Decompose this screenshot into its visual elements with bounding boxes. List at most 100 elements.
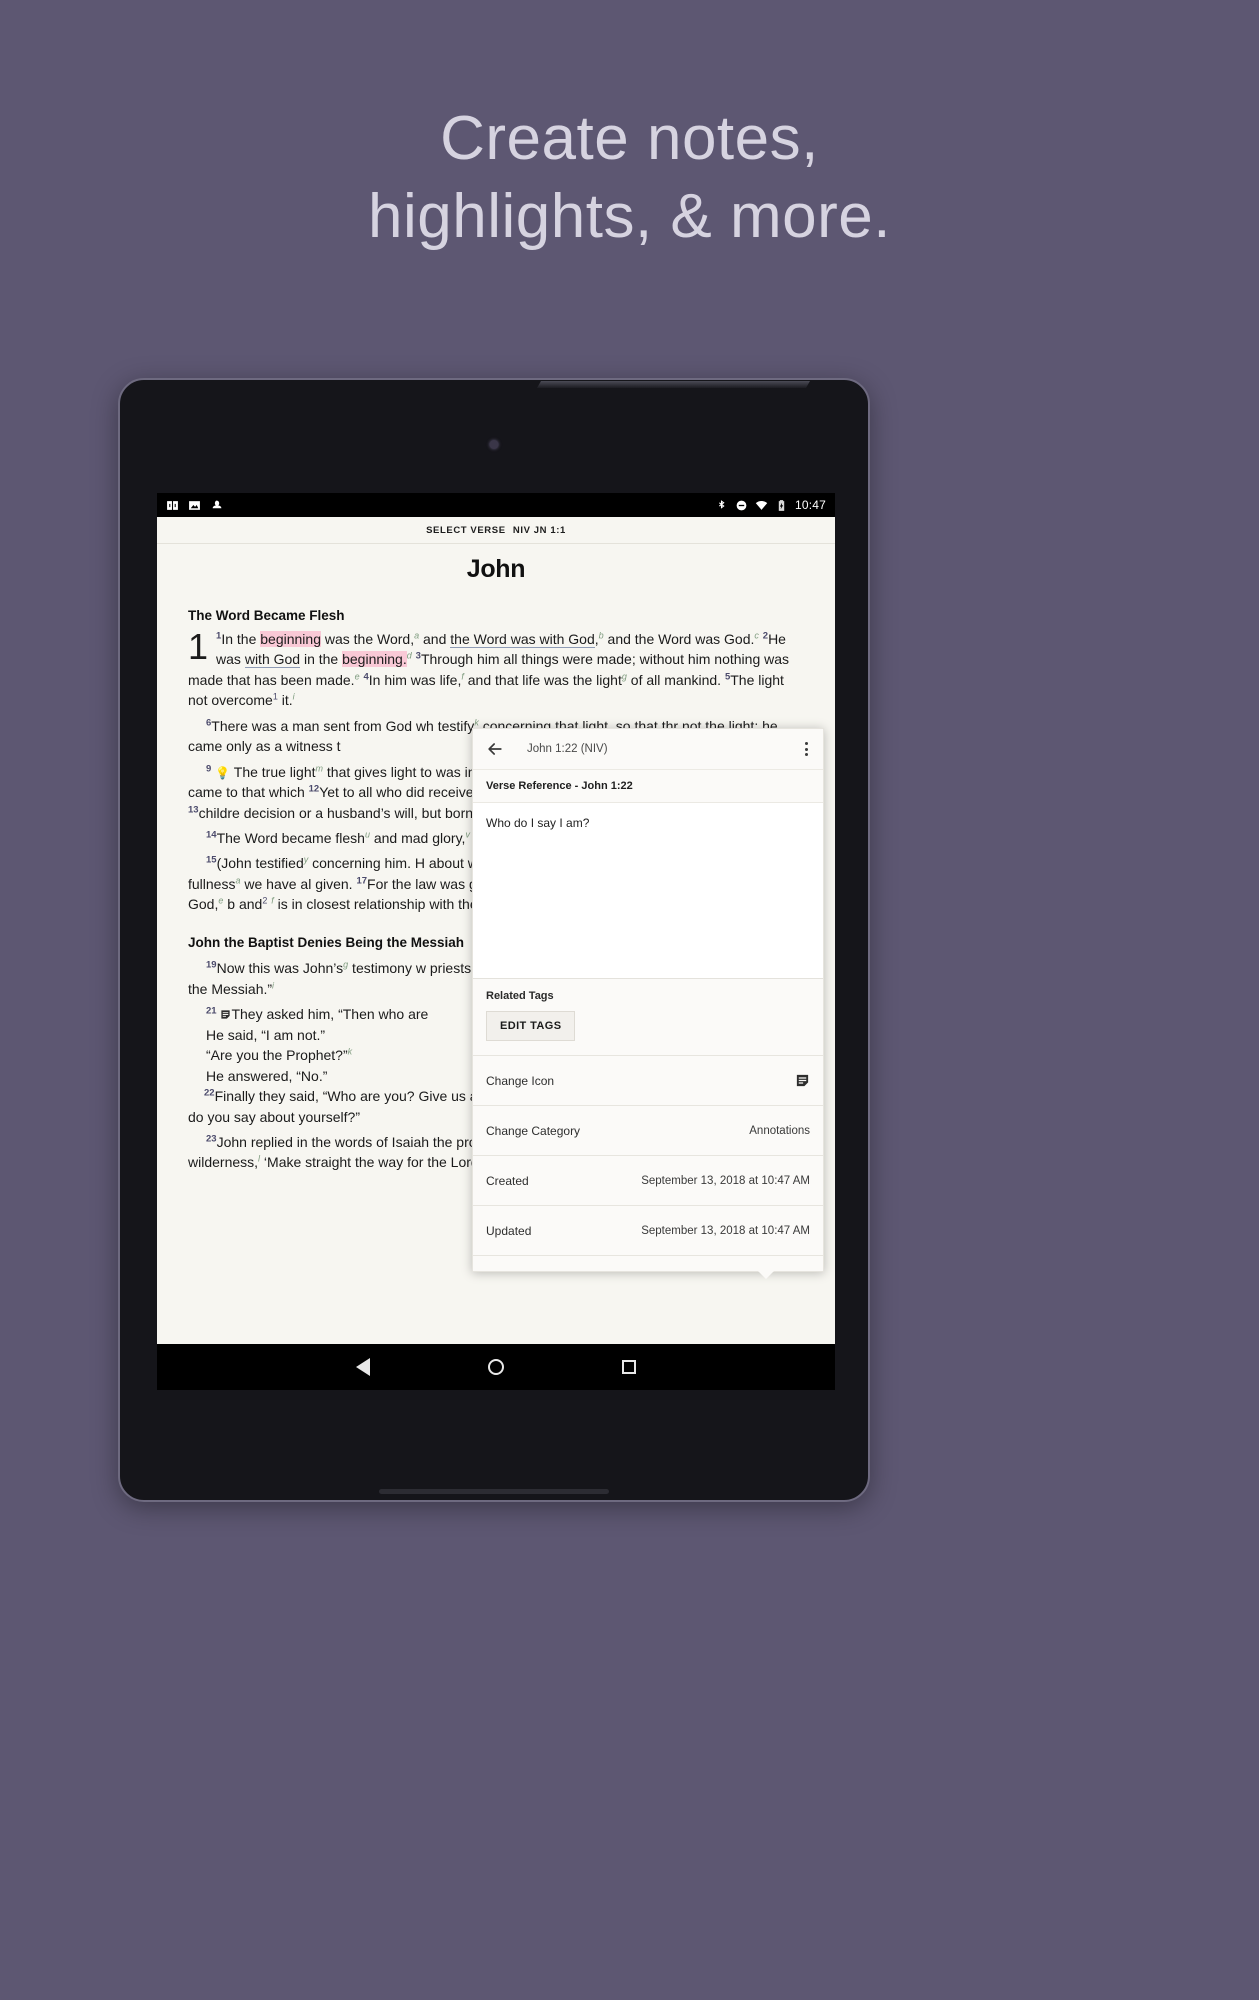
related-tags-section: Related Tags EDIT TAGS bbox=[473, 978, 823, 1055]
cross-ref[interactable]: e bbox=[355, 671, 360, 681]
note-text-area[interactable]: Who do I say I am? bbox=[473, 803, 823, 978]
note-panel-subheading: Verse Reference - John 1:22 bbox=[473, 770, 823, 803]
verse-text: b bbox=[223, 896, 236, 913]
status-bar-notification-icons bbox=[166, 499, 223, 512]
verse-text: childre bbox=[198, 804, 240, 821]
triangle-back-icon[interactable] bbox=[356, 1358, 370, 1376]
row-created: Created September 13, 2018 at 10:47 AM bbox=[473, 1155, 823, 1205]
row-updated: Updated September 13, 2018 at 10:47 AM bbox=[473, 1205, 823, 1255]
wifi-icon bbox=[755, 500, 768, 510]
verse-text: in the bbox=[300, 651, 343, 668]
note-icon[interactable] bbox=[795, 1073, 810, 1088]
do-not-disturb-icon bbox=[736, 500, 747, 510]
cross-ref[interactable]: i bbox=[272, 980, 274, 990]
page-title: Create notes, highlights, & more. bbox=[0, 100, 1259, 255]
gallery-icon bbox=[189, 500, 200, 510]
note-panel-pointer bbox=[757, 1270, 775, 1279]
verse-text: In him was life, bbox=[368, 671, 462, 688]
device-speaker-bar bbox=[379, 1489, 609, 1494]
verse-text: There was a man sent from God wh bbox=[211, 717, 434, 734]
headline-line-2: highlights, & more. bbox=[368, 181, 891, 251]
cross-ref[interactable]: d bbox=[407, 651, 412, 661]
verse-text: it. bbox=[277, 692, 293, 709]
cross-ref[interactable]: i bbox=[293, 692, 295, 702]
cross-ref[interactable]: k bbox=[348, 1047, 353, 1057]
cross-ref[interactable]: c bbox=[754, 630, 759, 640]
verse-text: Now this was John’s bbox=[216, 960, 344, 977]
edit-tags-button[interactable]: EDIT TAGS bbox=[486, 1011, 576, 1041]
verse-text: (John testified bbox=[216, 855, 304, 872]
verse-text: not overcome bbox=[188, 692, 273, 709]
underline-with-god[interactable]: with God bbox=[244, 651, 301, 669]
verse-text: that gives light to bbox=[323, 763, 432, 780]
verse-text: and bbox=[238, 896, 263, 913]
bible-app-icon bbox=[167, 500, 178, 510]
tablet-device: 10:47 SELECT VERSE NIV JN 1:1 John The W… bbox=[118, 378, 870, 1502]
verse-text: ‘Make straight the way for the Lord.’” bbox=[260, 1154, 491, 1171]
row-change-icon[interactable]: Change Icon bbox=[473, 1055, 823, 1105]
note-icon[interactable] bbox=[220, 1009, 231, 1020]
arrow-left-icon[interactable] bbox=[485, 739, 505, 759]
verse-text: concerning him. H bbox=[308, 855, 425, 872]
more-vertical-icon[interactable] bbox=[802, 738, 811, 760]
status-bar: 10:47 bbox=[157, 493, 835, 517]
bluetooth-icon bbox=[718, 499, 725, 509]
circle-home-icon[interactable] bbox=[488, 1359, 504, 1375]
photos-icon bbox=[212, 500, 222, 508]
bible-page: John The Word Became Flesh 1 1In the beg… bbox=[157, 544, 835, 1344]
verse-text: of all mankind. bbox=[626, 671, 722, 688]
verse-text: He answered, “No.” bbox=[206, 1067, 328, 1084]
verse-text: was the Word, bbox=[320, 631, 415, 647]
status-bar-clock: 10:47 bbox=[794, 498, 826, 512]
status-bar-system-icons: 10:47 bbox=[715, 498, 826, 512]
front-camera bbox=[489, 440, 499, 449]
row-label: Change Category bbox=[486, 1123, 581, 1138]
verse-text: decision or a husband’s will, but born o… bbox=[243, 804, 489, 821]
verse-text: and that life was the light bbox=[463, 671, 622, 688]
note-panel-header: John 1:22 (NIV) bbox=[473, 729, 823, 770]
battery-charging-icon bbox=[778, 499, 785, 511]
verse-number: 15 bbox=[206, 854, 217, 866]
note-panel-title: John 1:22 (NIV) bbox=[527, 743, 608, 755]
verse-text: testify bbox=[437, 717, 475, 734]
verse-text: and mad bbox=[369, 830, 429, 847]
footnote-marker[interactable]: 2 bbox=[262, 896, 267, 906]
row-value: Annotations bbox=[749, 1124, 810, 1137]
verse-number: 19 bbox=[206, 959, 217, 971]
row-value: September 13, 2018 at 10:47 AM bbox=[641, 1224, 810, 1237]
cross-ref[interactable]: m bbox=[316, 763, 324, 773]
verse-number: 17 bbox=[356, 875, 368, 887]
headline-line-1: Create notes, bbox=[440, 104, 819, 173]
verse-text: is in closest relationship with the bbox=[273, 896, 478, 913]
verse-text: The light bbox=[730, 671, 784, 688]
verse-number: 14 bbox=[206, 829, 217, 841]
verse-text: given. bbox=[315, 875, 353, 892]
lightbulb-icon[interactable]: 💡 bbox=[215, 766, 230, 780]
verse-text: glory, bbox=[432, 830, 466, 847]
row-label: Change Icon bbox=[486, 1073, 555, 1088]
verse-text: In the bbox=[221, 631, 261, 647]
verse-number: 21 bbox=[206, 1005, 217, 1017]
square-recents-icon[interactable] bbox=[622, 1360, 636, 1374]
select-verse-indicator[interactable]: SELECT VERSE NIV JN 1:1 bbox=[426, 525, 566, 536]
bezel-glare bbox=[536, 381, 811, 388]
verse-reference-label: NIV JN 1:1 bbox=[512, 524, 566, 536]
select-verse-label: SELECT VERSE bbox=[426, 524, 506, 536]
highlight-beginning-1[interactable]: beginning bbox=[260, 631, 321, 647]
verse-number: 9 bbox=[206, 762, 212, 774]
row-change-category[interactable]: Change Category Annotations bbox=[473, 1105, 823, 1155]
verse-text: They asked him, “Then who are bbox=[231, 1006, 429, 1023]
app-header: SELECT VERSE NIV JN 1:1 bbox=[157, 517, 835, 544]
verse-text: we have al bbox=[240, 875, 312, 892]
android-nav-bar bbox=[157, 1344, 835, 1390]
verse-text: and bbox=[419, 631, 451, 647]
underline-word-with-god[interactable]: the Word was with God bbox=[450, 631, 595, 648]
verse-number: 23 bbox=[206, 1133, 217, 1145]
note-detail-panel: John 1:22 (NIV) Verse Reference - John 1… bbox=[472, 728, 824, 1279]
verse-text: and the Word was God. bbox=[603, 631, 755, 647]
related-tags-label: Related Tags bbox=[486, 990, 554, 1002]
chapter-number: 1 bbox=[188, 626, 209, 667]
highlight-beginning-2[interactable]: beginning. bbox=[342, 651, 407, 668]
row-value: September 13, 2018 at 10:47 AM bbox=[641, 1174, 810, 1187]
section-heading-1: The Word Became Flesh bbox=[188, 608, 345, 623]
